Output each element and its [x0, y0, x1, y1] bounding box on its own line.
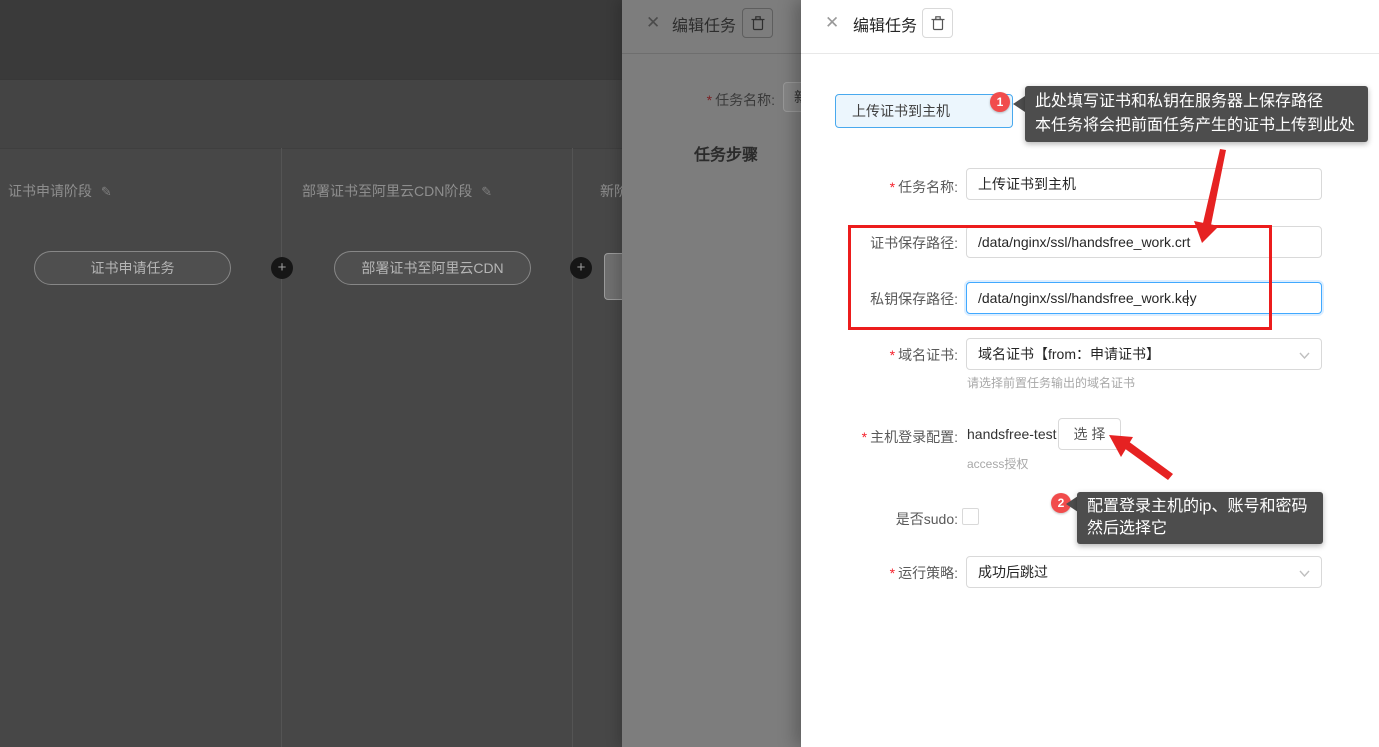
required-mark: *	[862, 429, 867, 445]
chevron-down-icon	[1299, 570, 1310, 577]
stage-title-2: 部署证书至阿里云CDN阶段 ✎	[302, 181, 492, 199]
host-login-label: *主机登录配置:	[821, 427, 958, 447]
edit-task-drawer-behind: ✕ 编辑任务 *任务名称: 新任务 任务步骤	[622, 0, 801, 747]
add-task-button[interactable]: +	[271, 257, 293, 279]
sudo-checkbox[interactable]	[962, 508, 979, 525]
required-mark: *	[890, 565, 895, 581]
stage-column-divider	[572, 148, 573, 747]
task-name-input-behind[interactable]: 新任务	[783, 82, 801, 112]
label-text: 任务名称:	[715, 92, 775, 108]
required-mark: *	[707, 92, 712, 108]
domain-cert-select[interactable]: 域名证书【from：申请证书】	[966, 338, 1322, 370]
domain-cert-label: *域名证书:	[821, 345, 958, 365]
label-text: 主机登录配置:	[870, 429, 958, 445]
required-mark: *	[890, 347, 895, 363]
label-text: 任务名称:	[898, 179, 958, 195]
step-upload-cert-button[interactable]: 上传证书到主机	[835, 94, 1013, 128]
trash-icon	[931, 16, 945, 31]
tooltip-line: 然后选择它	[1087, 518, 1313, 540]
page: 证书申请阶段 ✎ 部署证书至阿里云CDN阶段 ✎ 新阶段 证书申请任务 + 部署…	[0, 0, 1379, 747]
run-policy-select[interactable]: 成功后跳过	[966, 556, 1322, 588]
stage-column-divider	[281, 148, 282, 747]
drawer-title: 编辑任务	[672, 12, 736, 36]
select-value: 成功后跳过	[978, 564, 1048, 580]
task-steps-heading: 任务步骤	[694, 141, 758, 165]
divider	[801, 53, 1379, 54]
label-text: 运行策略:	[898, 565, 958, 581]
drawer-title: 编辑任务	[853, 12, 917, 36]
tooltip-cert-path: 此处填写证书和私钥在服务器上保存路径 本任务将会把前面任务产生的证书上传到此处	[1025, 86, 1368, 142]
choose-host-button[interactable]: 选 择	[1058, 418, 1121, 450]
stage-title-text: 部署证书至阿里云CDN阶段	[302, 183, 472, 199]
edit-pencil-icon[interactable]: ✎	[101, 184, 112, 199]
divider	[622, 53, 801, 54]
delete-task-button[interactable]	[922, 8, 953, 38]
task-name-label: *任务名称:	[821, 177, 958, 197]
task-pill-cert-request[interactable]: 证书申请任务	[34, 251, 231, 285]
task-name-label: *任务名称:	[632, 90, 775, 110]
delete-task-button[interactable]	[742, 8, 773, 38]
label-text: 域名证书:	[898, 347, 958, 363]
add-task-button[interactable]: +	[570, 257, 592, 279]
trash-icon	[751, 16, 765, 31]
close-icon[interactable]: ✕	[646, 13, 660, 33]
step-badge-1: 1	[990, 92, 1010, 112]
run-policy-label: *运行策略:	[821, 563, 958, 583]
host-login-value: handsfree-test	[967, 426, 1057, 442]
tooltip-host-login: 配置登录主机的ip、账号和密码 然后选择它	[1077, 492, 1323, 544]
tooltip-line: 配置登录主机的ip、账号和密码	[1087, 496, 1313, 518]
stage-title-1: 证书申请阶段 ✎	[8, 181, 112, 199]
required-mark: *	[890, 179, 895, 195]
tooltip-line: 此处填写证书和私钥在服务器上保存路径	[1035, 90, 1358, 114]
select-value: 域名证书【from：申请证书】	[978, 346, 1160, 362]
stage-title-text: 证书申请阶段	[8, 183, 92, 199]
edit-pencil-icon[interactable]: ✎	[481, 184, 492, 199]
sudo-label: 是否sudo:	[821, 509, 958, 529]
host-login-help: access授权	[967, 455, 1028, 472]
label-text: 是否sudo:	[896, 511, 958, 527]
chevron-down-icon	[1299, 352, 1310, 359]
domain-cert-help: 请选择前置任务输出的域名证书	[967, 374, 1135, 391]
highlight-rectangle	[848, 225, 1272, 330]
task-name-input[interactable]: 上传证书到主机	[966, 168, 1322, 200]
close-icon[interactable]: ✕	[825, 13, 839, 33]
tooltip-line: 本任务将会把前面任务产生的证书上传到此处	[1035, 114, 1358, 138]
task-pill-deploy-cdn[interactable]: 部署证书至阿里云CDN	[334, 251, 531, 285]
tooltip-arrow-left	[1013, 96, 1025, 112]
